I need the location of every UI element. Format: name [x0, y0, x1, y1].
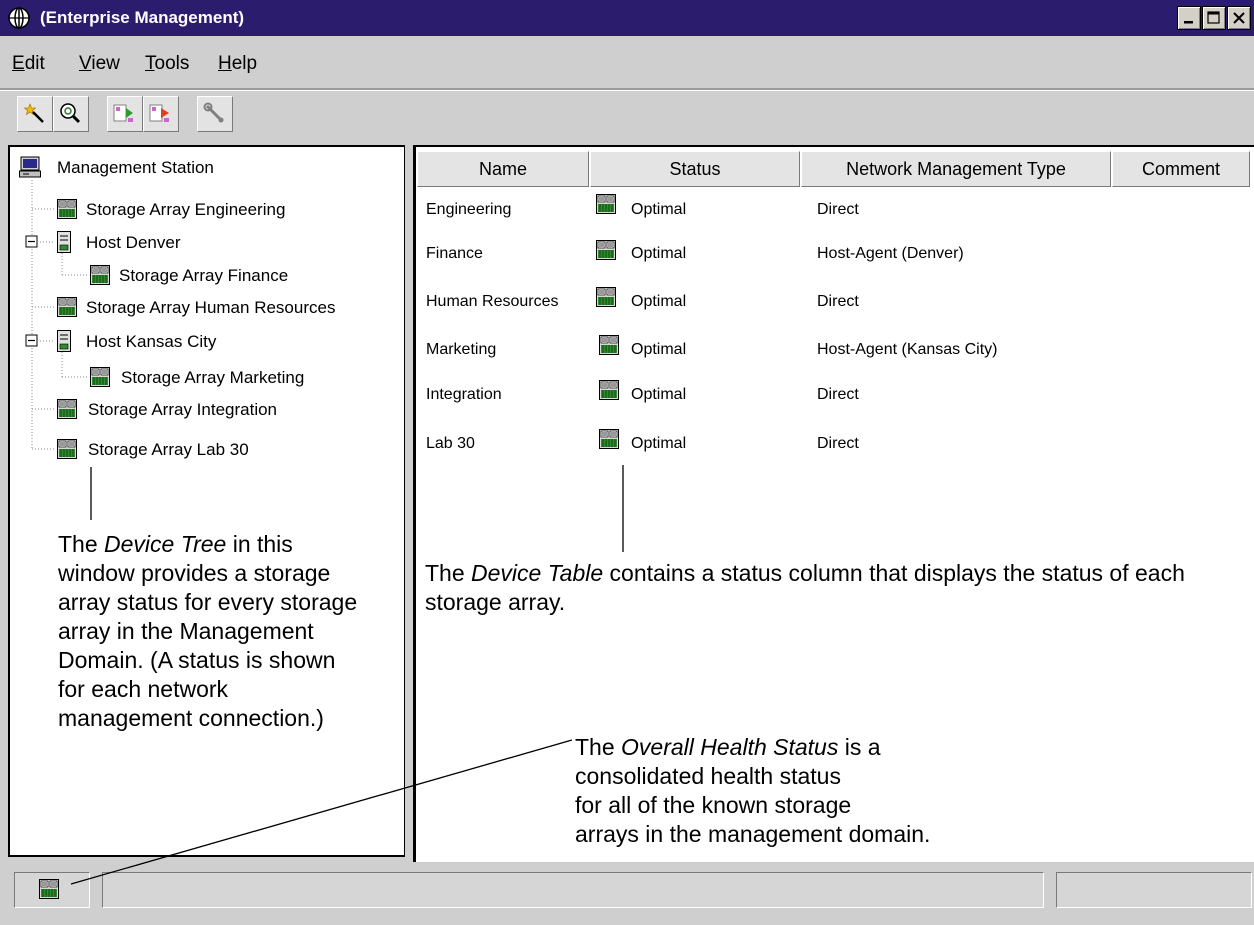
maximize-button[interactable]	[1202, 6, 1226, 30]
automatic-discovery-icon	[23, 103, 44, 123]
storage-array-icon	[57, 399, 77, 419]
status-info-area	[1056, 872, 1252, 908]
menu-tools-accel: T	[145, 53, 155, 74]
column-header-status[interactable]: Status	[590, 151, 800, 187]
title-bar[interactable]: (Enterprise Management)	[0, 0, 1254, 36]
overall-health-status[interactable]	[14, 872, 90, 908]
storage-array-icon	[57, 439, 77, 459]
status-message-area	[102, 872, 1044, 908]
annotation-text: The	[58, 531, 105, 557]
tree-item-label: Storage Array Lab 30	[88, 440, 249, 459]
toolbar-separator	[0, 88, 1254, 91]
tree-item-label: Host Denver	[86, 233, 181, 252]
remove-device-button[interactable]	[143, 96, 179, 132]
annotation-emphasis: Overall Health Status	[621, 734, 839, 760]
column-header-network-management-type[interactable]: Network Management Type	[801, 151, 1111, 187]
tree-item-label: Storage Array Engineering	[86, 200, 286, 219]
storage-array-status-icon	[596, 240, 616, 260]
menu-edit-accel: E	[12, 53, 25, 74]
menu-bar: Edit View Tools Help	[0, 36, 1254, 88]
rescan-button[interactable]	[53, 96, 89, 132]
storage-array-status-icon	[596, 194, 616, 214]
close-icon	[1233, 12, 1245, 24]
annotation-text: is a	[838, 734, 881, 760]
menu-help[interactable]: Help	[218, 53, 257, 75]
tree-root-label: Management Station	[57, 158, 214, 177]
annotation-emphasis: Device Tree	[104, 531, 227, 557]
cell-status: Optimal	[631, 293, 687, 310]
cell-type: Direct	[817, 201, 859, 218]
cell-type: Host-Agent (Denver)	[817, 245, 964, 262]
column-header-comment[interactable]: Comment	[1112, 151, 1250, 187]
status-bar	[0, 862, 1254, 925]
cell-name: Engineering	[426, 201, 512, 218]
storage-array-icon	[57, 297, 77, 317]
tree-item-label: Storage Array Human Resources	[86, 298, 336, 317]
tree-item-label: Host Kansas City	[86, 332, 217, 351]
cell-name: Integration	[426, 386, 502, 403]
device-tree-annotation: The Device Tree in this window provides …	[58, 530, 358, 733]
cell-status: Optimal	[631, 245, 687, 262]
storage-array-icon	[57, 199, 77, 219]
cell-status: Optimal	[631, 201, 687, 218]
cell-type: Direct	[817, 435, 859, 452]
tree-item-label: Storage Array Integration	[88, 400, 278, 419]
storage-array-icon	[90, 265, 110, 285]
menu-view-label: iew	[91, 53, 120, 74]
storage-array-status-icon	[599, 335, 619, 355]
add-device-button[interactable]	[107, 96, 143, 132]
device-table-annotation: The Device Table contains a status colum…	[425, 559, 1245, 617]
cell-name: Marketing	[426, 341, 497, 358]
cell-type: Host-Agent (Kansas City)	[817, 341, 998, 358]
rescan-icon	[60, 103, 81, 124]
configure-alerts-icon	[203, 102, 224, 123]
annotation-line: The Overall Health Status is a	[575, 733, 1035, 762]
cell-status: Optimal	[631, 435, 687, 452]
remove-device-icon	[149, 104, 169, 122]
menu-help-accel: H	[218, 53, 232, 74]
cell-name: Finance	[426, 245, 483, 262]
host-icon	[57, 330, 71, 352]
annotation-text: in this window provides a storage array …	[58, 531, 358, 731]
cell-status: Optimal	[631, 341, 687, 358]
menu-tools-label: ools	[154, 53, 190, 74]
menu-view-accel: V	[79, 53, 92, 74]
menu-edit-label: dit	[24, 53, 45, 74]
management-station-icon	[19, 156, 41, 178]
annotation-emphasis: Device Table	[471, 560, 604, 586]
storage-array-status-icon	[599, 429, 619, 449]
globe-icon	[8, 7, 30, 29]
menu-help-label: elp	[231, 53, 258, 74]
storage-array-status-icon	[596, 287, 616, 307]
maximize-icon	[1207, 11, 1220, 24]
window-title: (Enterprise Management)	[40, 8, 245, 27]
cell-name: Lab 30	[426, 435, 475, 452]
close-button[interactable]	[1227, 6, 1251, 30]
menu-edit[interactable]: Edit	[12, 53, 45, 75]
automatic-discovery-button[interactable]	[17, 96, 53, 132]
add-device-icon	[113, 104, 133, 122]
overall-health-annotation: The Overall Health Status is a consolida…	[575, 733, 1035, 849]
storage-array-icon	[90, 367, 110, 387]
tree-item-label: Storage Array Finance	[119, 266, 289, 285]
configure-alerts-button[interactable]	[197, 96, 233, 132]
annotation-text: The	[575, 734, 622, 760]
annotation-line: arrays in the management domain.	[575, 821, 931, 847]
column-header-name[interactable]: Name	[417, 151, 589, 187]
annotation-line: consolidated health status	[575, 763, 841, 789]
cell-status: Optimal	[631, 386, 687, 403]
menu-tools[interactable]: Tools	[145, 53, 189, 75]
overall-health-icon	[39, 879, 59, 899]
cell-type: Direct	[817, 293, 859, 310]
storage-array-status-icon	[599, 380, 619, 400]
menu-view[interactable]: View	[79, 53, 120, 75]
minimize-button[interactable]	[1177, 6, 1201, 30]
tree-item-label: Storage Array Marketing	[121, 368, 305, 387]
annotation-text: The	[425, 560, 472, 586]
cell-type: Direct	[817, 386, 859, 403]
host-icon	[57, 231, 71, 253]
annotation-line: for all of the known storage	[575, 792, 852, 818]
cell-name: Human Resources	[426, 293, 559, 310]
minimize-icon	[1184, 21, 1193, 24]
